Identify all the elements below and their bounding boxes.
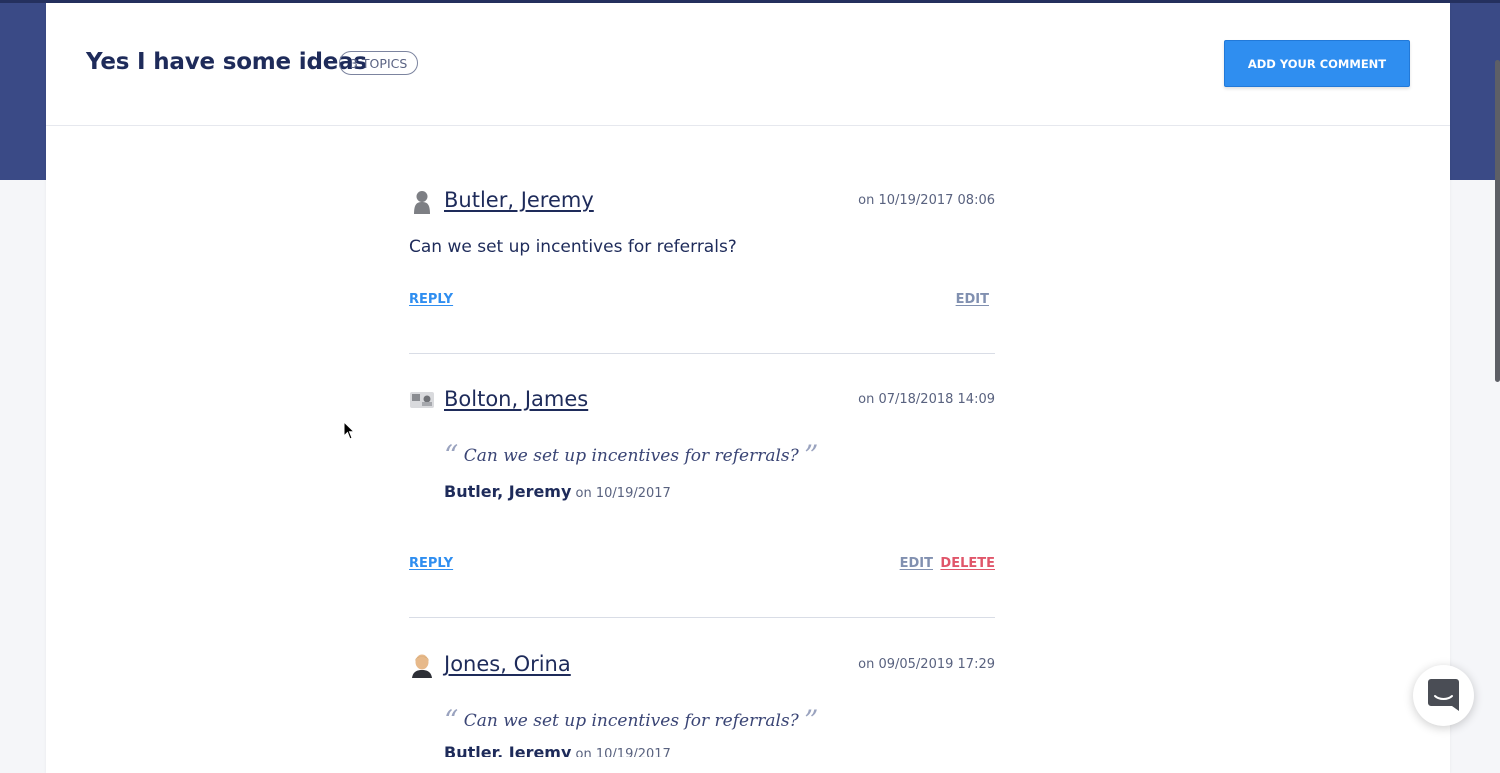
mouse-cursor-icon: [343, 421, 355, 440]
quoted-text: Can we set up incentives for referrals?: [463, 446, 799, 466]
topic-header: Yes I have some ideas 3 TOPICS ADD YOUR …: [46, 3, 1450, 126]
comment-author-link[interactable]: Butler, Jeremy: [444, 188, 594, 212]
comment-author-link[interactable]: Bolton, James: [444, 387, 588, 411]
quote-attribution: Butler, Jeremy on 10/19/2017: [444, 482, 671, 501]
page-title: Yes I have some ideas: [86, 49, 367, 75]
comment-timestamp: on 10/19/2017 08:06: [858, 193, 995, 208]
quoted-text: Can we set up incentives for referrals?: [463, 711, 799, 731]
vertical-scrollbar[interactable]: [1495, 60, 1500, 382]
user-photo-avatar: [410, 392, 434, 408]
comment-divider: [409, 617, 995, 618]
comment-author-link[interactable]: Jones, Orina: [444, 652, 571, 676]
comment-item: Bolton, James on 07/18/2018 14:09 “ Can …: [409, 387, 995, 587]
reply-button[interactable]: REPLY: [409, 556, 453, 571]
quoted-date: on 10/19/2017: [575, 486, 671, 501]
close-quote-mark: ”: [804, 439, 819, 472]
comment-text: Can we set up incentives for referrals?: [409, 237, 737, 257]
quoted-author: Butler, Jeremy: [444, 743, 572, 757]
comment-timestamp: on 09/05/2019 17:29: [858, 657, 995, 672]
quoted-comment: “ Can we set up incentives for referrals…: [444, 439, 818, 472]
comment-item: Jones, Orina on 09/05/2019 17:29 “ Can w…: [409, 652, 995, 757]
delete-button[interactable]: DELETE: [940, 556, 995, 571]
user-photo-avatar: [409, 652, 435, 678]
comment-timestamp: on 07/18/2018 14:09: [858, 392, 995, 407]
close-quote-mark: ”: [804, 704, 819, 737]
chat-launcher-button[interactable]: [1413, 665, 1474, 726]
topics-count-badge: 3 TOPICS: [339, 51, 419, 75]
edit-button[interactable]: EDIT: [900, 556, 933, 571]
default-user-silhouette-icon: [409, 188, 435, 214]
chat-bubble-icon: [1428, 679, 1459, 711]
comment-item: Butler, Jeremy on 10/19/2017 08:06 Can w…: [409, 188, 995, 318]
add-comment-button[interactable]: ADD YOUR COMMENT: [1224, 40, 1410, 87]
comment-divider: [409, 353, 995, 354]
quoted-date: on 10/19/2017: [575, 747, 671, 757]
open-quote-mark: “: [444, 704, 459, 737]
quoted-comment: “ Can we set up incentives for referrals…: [444, 704, 818, 737]
quoted-author: Butler, Jeremy: [444, 482, 572, 501]
edit-button[interactable]: EDIT: [956, 292, 989, 307]
quote-attribution: Butler, Jeremy on 10/19/2017: [444, 743, 671, 757]
open-quote-mark: “: [444, 439, 459, 472]
reply-button[interactable]: REPLY: [409, 292, 453, 307]
